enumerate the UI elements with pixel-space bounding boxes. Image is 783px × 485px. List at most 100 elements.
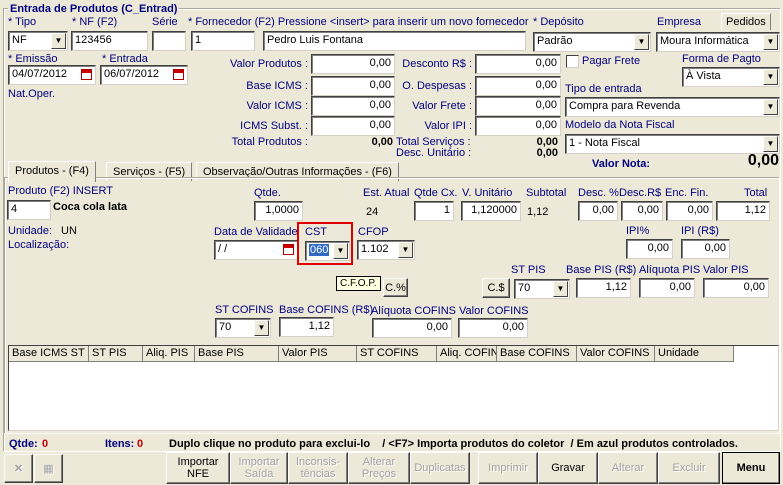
tipo-entrada-label: Tipo de entrada	[565, 83, 642, 95]
chevron-down-icon[interactable]: ▼	[333, 243, 348, 259]
grid-header[interactable]: Base COFINS	[497, 346, 577, 362]
valor-nota-label: Valor Nota:	[592, 158, 651, 170]
o-despesas-input[interactable]: 0,00	[475, 76, 561, 96]
produto-code-input[interactable]: 4	[7, 200, 51, 220]
desc-pct-input[interactable]: 0,00	[578, 201, 618, 221]
calendar-icon[interactable]	[173, 69, 184, 80]
chevron-down-icon[interactable]: ▼	[398, 242, 413, 258]
grid-export-button[interactable]: ▦	[34, 454, 63, 483]
chevron-down-icon[interactable]: ▼	[553, 281, 568, 297]
tab-produtos[interactable]: Produtos - (F4)	[8, 161, 96, 182]
chevron-down-icon[interactable]: ▼	[763, 34, 778, 50]
alterar-precos-button[interactable]: Alterar Preços	[348, 452, 410, 484]
chevron-down-icon[interactable]: ▼	[254, 320, 269, 336]
grid-header[interactable]: ST PIS	[89, 346, 143, 362]
desc-unitario-label: Desc. Unitário :	[396, 147, 472, 159]
desconto-input[interactable]: 0,00	[475, 54, 561, 74]
importar-nfe-button[interactable]: Importar NFE	[166, 452, 230, 484]
desc-rs-label: Desc.R$	[619, 187, 662, 199]
desc-rs-input[interactable]: 0,00	[621, 201, 663, 221]
modelo-nf-select[interactable]: 1 - Nota Fiscal ▼	[565, 134, 780, 154]
qtde-cx-label: Qtde Cx.	[414, 187, 458, 199]
imprimir-button[interactable]: Imprimir	[478, 452, 538, 484]
validade-input[interactable]: / /	[214, 240, 298, 260]
alterar-button[interactable]: Alterar	[598, 452, 658, 484]
emissao-label: * Emissão	[8, 53, 58, 65]
gravar-button[interactable]: Gravar	[538, 452, 598, 484]
grid-header[interactable]: Unidade	[655, 346, 734, 362]
calendar-icon[interactable]	[81, 69, 92, 80]
st-pis-select[interactable]: 70 ▼	[514, 279, 570, 299]
cst-label: CST	[305, 226, 327, 238]
grid-header[interactable]: Aliq. PIS	[143, 346, 195, 362]
importar-saida-label: Importar Saída	[238, 456, 280, 480]
tipo-entrada-select[interactable]: Compra para Revenda ▼	[565, 97, 780, 117]
c-pct-button[interactable]: C.%	[383, 278, 408, 297]
excluir-button[interactable]: Excluir	[658, 452, 720, 484]
base-pis-input[interactable]: 1,12	[576, 278, 631, 298]
chevron-down-icon[interactable]: ▼	[763, 69, 778, 85]
status-qtde-value: 0	[42, 438, 49, 450]
grid-header[interactable]: ST COFINS	[357, 346, 437, 362]
fornecedor-name-input[interactable]: Pedro Luis Fontana	[263, 31, 526, 51]
pagar-frete-checkbox[interactable]	[566, 55, 579, 68]
cfop-select[interactable]: 1.102 ▼	[357, 240, 415, 260]
grid-header[interactable]: Base ICMS ST	[9, 346, 89, 362]
serie-input[interactable]	[152, 31, 186, 51]
aliquota-cofins-input[interactable]: 0,00	[372, 318, 452, 338]
total-produtos-value: 0,00	[371, 136, 393, 148]
forma-pagto-select[interactable]: À Vista ▼	[682, 67, 780, 87]
tipo-select[interactable]: NF ▼	[8, 31, 68, 51]
deposito-select[interactable]: Padrão ▼	[533, 32, 651, 52]
grid-header[interactable]: Valor COFINS	[577, 346, 655, 362]
chevron-down-icon[interactable]: ▼	[763, 99, 778, 115]
nf-input[interactable]: 123456	[71, 31, 148, 51]
est-atual-value: 24	[366, 206, 379, 218]
deposito-label: * Depósito	[533, 16, 584, 28]
v-unitario-input[interactable]: 1,120000	[461, 201, 521, 221]
aliquota-pis-input[interactable]: 0,00	[639, 278, 695, 298]
excel-export-button[interactable]: ✕	[4, 454, 33, 483]
chevron-down-icon[interactable]: ▼	[763, 136, 778, 152]
grid-header[interactable]: Aliq. COFIN	[437, 346, 497, 362]
subtotal-label: Subtotal	[526, 187, 567, 199]
empresa-select[interactable]: Moura Informática ▼	[656, 32, 780, 52]
grid-header[interactable]: Valor PIS	[279, 346, 357, 362]
subtotal-value: 1,12	[527, 206, 549, 218]
importar-nfe-label: Importar NFE	[177, 456, 219, 480]
status-qtde-label: Qtde:	[9, 438, 38, 450]
pagar-frete-label: Pagar Frete	[582, 55, 641, 67]
fornecedor-code-input[interactable]: 1	[191, 31, 255, 51]
c-dollar-button[interactable]: C.$	[482, 278, 510, 298]
chevron-down-icon[interactable]: ▼	[634, 34, 649, 50]
enc-fin-input[interactable]: 0,00	[666, 201, 713, 221]
entrada-date-input[interactable]: 06/07/2012	[100, 65, 188, 85]
qtde-input[interactable]: 1,0000	[254, 201, 303, 221]
importar-saida-button[interactable]: Importar Saída	[230, 452, 288, 484]
inconsistencias-button[interactable]: Inconsis- tências	[288, 452, 348, 484]
cst-select[interactable]: 060 ▼	[305, 241, 350, 261]
valor-icms-label: Valor ICMS :	[246, 100, 308, 112]
valor-frete-input[interactable]: 0,00	[475, 96, 561, 116]
grid-header[interactable]: Base PIS	[195, 346, 279, 362]
qtde-cx-input[interactable]: 1	[414, 201, 454, 221]
pedidos-tab[interactable]: Pedidos	[721, 13, 771, 30]
cfop-tooltip: C.F.O.P.	[336, 276, 381, 291]
ipi-rs-input[interactable]: 0,00	[681, 239, 730, 259]
base-cofins-input[interactable]: 1,12	[279, 317, 334, 337]
st-cofins-select[interactable]: 70 ▼	[215, 318, 271, 338]
chevron-down-icon[interactable]: ▼	[51, 33, 66, 49]
tab-servicos-label: Serviços - (F5)	[113, 166, 186, 178]
forma-pagto-label: Forma de Pagto	[682, 53, 761, 65]
fornecedor-label: * Fornecedor (F2) Pressione <insert> par…	[188, 16, 529, 28]
alterar-label: Alterar	[611, 462, 645, 474]
emissao-date-input[interactable]: 04/07/2012	[8, 65, 96, 85]
menu-button[interactable]: Menu	[722, 452, 780, 484]
calendar-icon[interactable]	[283, 244, 294, 255]
valor-ipi-input[interactable]: 0,00	[475, 116, 561, 136]
status-itens-value: 0	[137, 438, 144, 450]
items-grid[interactable]: Base ICMS ST ST PIS Aliq. PIS Base PIS V…	[8, 345, 779, 431]
window-title: Entrada de Produtos (C_Entrad)	[8, 3, 180, 15]
duplicatas-button[interactable]: Duplicatas	[410, 452, 470, 484]
ipi-pct-input[interactable]: 0,00	[626, 239, 673, 259]
